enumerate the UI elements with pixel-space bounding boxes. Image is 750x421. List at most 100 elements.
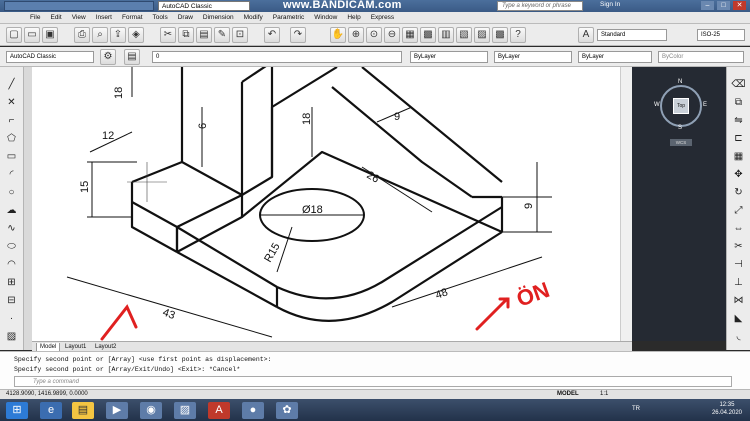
block-editor-icon[interactable]: ⊡ xyxy=(232,27,248,43)
line-icon[interactable]: ╱ xyxy=(3,77,20,92)
3d-publish-icon[interactable]: ◈ xyxy=(128,27,144,43)
menu-parametric[interactable]: Parametric xyxy=(273,14,304,21)
zoom-previous-icon[interactable]: ⊖ xyxy=(384,27,400,43)
menu-insert[interactable]: Insert xyxy=(96,14,112,21)
erase-icon[interactable]: ⌫ xyxy=(730,77,747,92)
autocad-icon[interactable]: A xyxy=(208,402,230,419)
menu-file[interactable]: File xyxy=(30,14,40,21)
model-space-toggle[interactable]: MODEL xyxy=(557,390,579,399)
search-input[interactable]: Type a keyword or phrase xyxy=(497,1,583,11)
text-style-dropdown[interactable]: Standard xyxy=(597,29,667,41)
ie-icon[interactable]: e xyxy=(40,402,62,419)
workspace-select[interactable]: AutoCAD Classic xyxy=(6,51,94,63)
print-icon[interactable]: ⎙ xyxy=(74,27,90,43)
plotstyle-dropdown[interactable]: ByColor xyxy=(658,51,744,63)
stretch-icon[interactable]: ⇔ xyxy=(730,221,747,236)
move-icon[interactable]: ✥ xyxy=(730,167,747,182)
wcs-dropdown[interactable]: WCS xyxy=(670,139,692,146)
app-icon-2[interactable]: ✿ xyxy=(276,402,298,419)
paste-icon[interactable]: ▤ xyxy=(196,27,212,43)
menu-window[interactable]: Window xyxy=(314,14,337,21)
sign-in-link[interactable]: Sign In xyxy=(600,1,620,8)
arc-icon[interactable]: ◜ xyxy=(3,167,20,182)
media-player-icon[interactable]: ▶ xyxy=(106,402,128,419)
design-center-icon[interactable]: ▩ xyxy=(420,27,436,43)
match-properties-icon[interactable]: ✎ xyxy=(214,27,230,43)
ellipse-icon[interactable]: ⬭ xyxy=(3,239,20,254)
taskbar-clock[interactable]: 12:35 26.04.2020 xyxy=(712,401,742,417)
menu-help[interactable]: Help xyxy=(347,14,360,21)
scale-icon[interactable]: ⤢ xyxy=(730,203,747,218)
menu-format[interactable]: Format xyxy=(122,14,143,21)
drawing-canvas[interactable]: 18 6 18 9 12 15 26 Ø18 R15 9 43 48 ÖN xyxy=(32,67,632,341)
rectangle-icon[interactable]: ▭ xyxy=(3,149,20,164)
color-dropdown[interactable]: ByLayer xyxy=(410,51,488,63)
extend-icon[interactable]: ⊣ xyxy=(730,257,747,272)
viewcube-north[interactable]: N xyxy=(678,79,682,85)
maximize-button[interactable]: □ xyxy=(717,1,730,10)
offset-icon[interactable]: ⊏ xyxy=(730,131,747,146)
mirror-icon[interactable]: ⇋ xyxy=(730,113,747,128)
viewcube-south[interactable]: S xyxy=(678,125,682,131)
layer-dropdown[interactable]: 0 xyxy=(152,51,402,63)
polyline-icon[interactable]: ⌐ xyxy=(3,113,20,128)
construction-line-icon[interactable]: ✕ xyxy=(3,95,20,110)
trim-icon[interactable]: ✂ xyxy=(730,239,747,254)
open-icon[interactable]: ▭ xyxy=(24,27,40,43)
language-indicator[interactable]: TR xyxy=(632,406,640,412)
layer-properties-icon[interactable]: ▤ xyxy=(124,49,140,65)
undo-icon[interactable]: ↶ xyxy=(264,27,280,43)
polygon-icon[interactable]: ⬠ xyxy=(3,131,20,146)
tool-palettes-icon[interactable]: ▥ xyxy=(438,27,454,43)
zoom-realtime-icon[interactable]: ⊕ xyxy=(348,27,364,43)
workspace-settings-icon[interactable]: ⚙ xyxy=(100,49,116,65)
ellipse-arc-icon[interactable]: ◠ xyxy=(3,257,20,272)
save-icon[interactable]: ▣ xyxy=(42,27,58,43)
close-button[interactable]: ✕ xyxy=(733,1,746,10)
minimize-button[interactable]: – xyxy=(701,1,714,10)
break-icon[interactable]: ⊥ xyxy=(730,275,747,290)
cut-icon[interactable]: ✂ xyxy=(160,27,176,43)
redo-icon[interactable]: ↷ xyxy=(290,27,306,43)
menu-draw[interactable]: Draw xyxy=(178,14,193,21)
viewcube-east[interactable]: E xyxy=(703,102,707,108)
chrome-icon[interactable]: ◉ xyxy=(140,402,162,419)
tab-layout2[interactable]: Layout2 xyxy=(92,343,119,351)
menu-tools[interactable]: Tools xyxy=(153,14,168,21)
help-icon[interactable]: ? xyxy=(510,27,526,43)
publish-icon[interactable]: ⇪ xyxy=(110,27,126,43)
linetype-dropdown[interactable]: ByLayer xyxy=(494,51,572,63)
join-icon[interactable]: ⋈ xyxy=(730,293,747,308)
properties-icon[interactable]: ▦ xyxy=(402,27,418,43)
menu-express[interactable]: Express xyxy=(371,14,394,21)
preview-icon[interactable]: ⌕ xyxy=(92,27,108,43)
fillet-icon[interactable]: ◟ xyxy=(730,329,747,344)
app-icon-1[interactable]: ▨ xyxy=(174,402,196,419)
menu-dimension[interactable]: Dimension xyxy=(203,14,234,21)
viewcube-west[interactable]: W xyxy=(654,102,660,108)
annotation-scale[interactable]: 1:1 xyxy=(600,390,608,399)
vertical-scrollbar[interactable] xyxy=(620,67,632,341)
viewcube-top[interactable]: Top xyxy=(673,98,689,114)
hatch-icon[interactable]: ▨ xyxy=(3,329,20,344)
point-icon[interactable]: · xyxy=(3,311,20,326)
command-input[interactable]: Type a command xyxy=(14,376,732,387)
start-button-icon[interactable]: ⊞ xyxy=(6,402,28,419)
new-icon[interactable]: ▢ xyxy=(6,27,22,43)
explorer-icon[interactable]: ▤ xyxy=(72,402,94,419)
revcloud-icon[interactable]: ☁ xyxy=(3,203,20,218)
workspace-dropdown[interactable]: AutoCAD Classic xyxy=(158,1,250,11)
array-icon[interactable]: ▦ xyxy=(730,149,747,164)
dim-style-dropdown[interactable]: ISO-25 xyxy=(697,29,745,41)
copy-icon[interactable]: ⧉ xyxy=(178,27,194,43)
make-block-icon[interactable]: ⊟ xyxy=(3,293,20,308)
circle-icon[interactable]: ○ xyxy=(3,185,20,200)
rotate-icon[interactable]: ↻ xyxy=(730,185,747,200)
markup-icon[interactable]: ▨ xyxy=(474,27,490,43)
calculator-icon[interactable]: ▩ xyxy=(492,27,508,43)
menu-edit[interactable]: Edit xyxy=(50,14,61,21)
menu-view[interactable]: View xyxy=(72,14,86,21)
pan-icon[interactable]: ✋ xyxy=(330,27,346,43)
chamfer-icon[interactable]: ◣ xyxy=(730,311,747,326)
bandicam-icon[interactable]: ● xyxy=(242,402,264,419)
